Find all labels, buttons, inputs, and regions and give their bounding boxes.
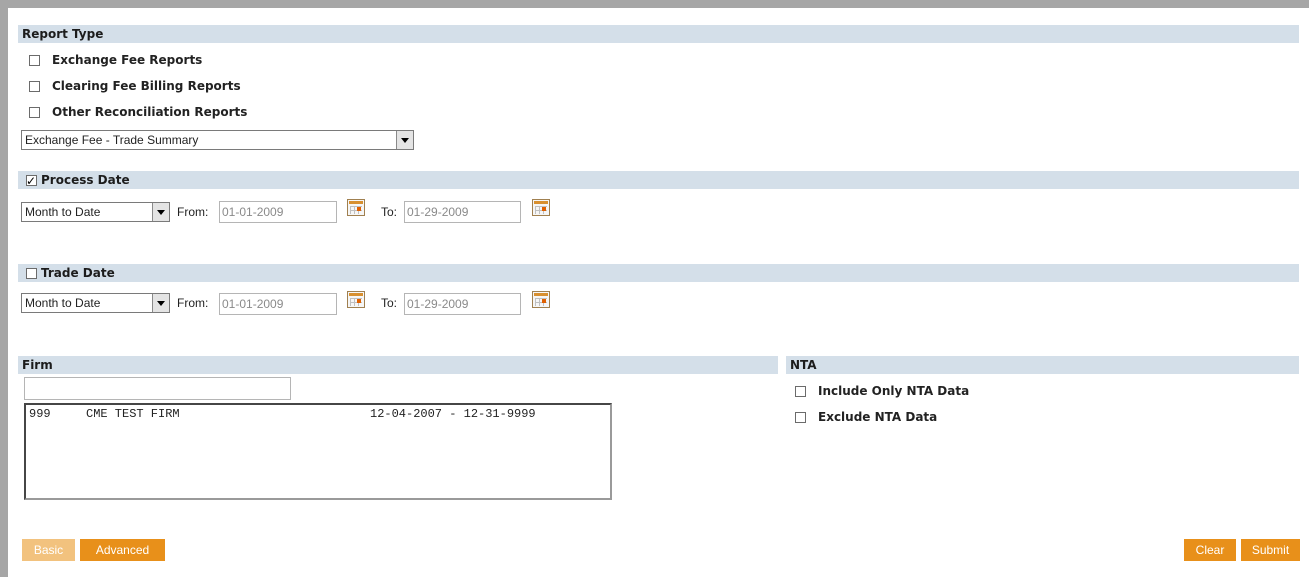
exclude-nta-checkbox[interactable] — [795, 411, 806, 423]
firm-code: 999 — [29, 407, 51, 421]
trade-date-range-value: Month to Date — [25, 296, 101, 310]
trade-to-date-input[interactable]: 01-29-2009 — [404, 293, 521, 315]
clear-button[interactable]: Clear — [1184, 539, 1236, 561]
calendar-icon[interactable] — [347, 199, 365, 216]
firm-dates: 12-04-2007 - 12-31-9999 — [370, 407, 536, 421]
process-to-label: To: — [381, 205, 398, 219]
report-select-value: Exchange Fee - Trade Summary — [25, 133, 199, 147]
process-to-date-input[interactable]: 01-29-2009 — [404, 201, 521, 223]
exclude-nta-option[interactable]: Exclude NTA Data — [795, 410, 937, 424]
nta-header: NTA — [786, 356, 1299, 374]
include-nta-label: Include Only NTA Data — [818, 384, 970, 398]
exchange-fee-option[interactable]: Exchange Fee Reports — [29, 53, 202, 67]
firm-listbox[interactable]: 999 CME TEST FIRM 12-04-2007 - 12-31-999… — [24, 403, 612, 500]
trade-from-label: From: — [177, 296, 209, 310]
process-date-range-select[interactable]: Month to Date — [21, 202, 170, 222]
trade-to-label: To: — [381, 296, 398, 310]
list-item[interactable]: 999 CME TEST FIRM 12-04-2007 - 12-31-999… — [26, 405, 610, 423]
report-select[interactable]: Exchange Fee - Trade Summary — [21, 130, 414, 150]
advanced-button[interactable]: Advanced — [80, 539, 165, 561]
clearing-fee-option[interactable]: Clearing Fee Billing Reports — [29, 79, 241, 93]
other-reconciliation-label: Other Reconciliation Reports — [52, 105, 248, 119]
process-date-range-value: Month to Date — [25, 205, 101, 219]
submit-button[interactable]: Submit — [1241, 539, 1300, 561]
chevron-down-icon[interactable] — [396, 131, 413, 149]
trade-date-checkbox[interactable] — [26, 267, 37, 279]
basic-button[interactable]: Basic — [22, 539, 75, 561]
process-date-header: Process Date — [18, 171, 1299, 190]
chevron-down-icon[interactable] — [152, 294, 169, 312]
firm-header: Firm — [18, 356, 778, 374]
firm-search-input[interactable] — [24, 377, 291, 400]
calendar-icon[interactable] — [532, 291, 550, 308]
exchange-fee-label: Exchange Fee Reports — [52, 53, 203, 67]
firm-name: CME TEST FIRM — [86, 407, 180, 421]
process-from-date-input[interactable]: 01-01-2009 — [219, 201, 337, 223]
clearing-fee-checkbox[interactable] — [29, 80, 40, 92]
process-from-label: From: — [177, 205, 209, 219]
trade-date-header: Trade Date — [18, 264, 1299, 282]
exchange-fee-checkbox[interactable] — [29, 54, 40, 66]
other-reconciliation-option[interactable]: Other Reconciliation Reports — [29, 105, 247, 119]
exclude-nta-label: Exclude NTA Data — [818, 410, 938, 424]
calendar-icon[interactable] — [532, 199, 550, 216]
clearing-fee-label: Clearing Fee Billing Reports — [52, 79, 241, 93]
window-top-border — [0, 0, 1309, 8]
process-date-checkbox[interactable] — [26, 172, 37, 190]
chevron-down-icon[interactable] — [152, 203, 169, 221]
trade-date-range-select[interactable]: Month to Date — [21, 293, 170, 313]
include-nta-option[interactable]: Include Only NTA Data — [795, 384, 969, 398]
calendar-icon[interactable] — [347, 291, 365, 308]
trade-from-date-input[interactable]: 01-01-2009 — [219, 293, 337, 315]
include-nta-checkbox[interactable] — [795, 385, 806, 397]
other-reconciliation-checkbox[interactable] — [29, 106, 40, 118]
report-type-header: Report Type — [18, 25, 1299, 43]
window-left-border — [0, 0, 8, 577]
